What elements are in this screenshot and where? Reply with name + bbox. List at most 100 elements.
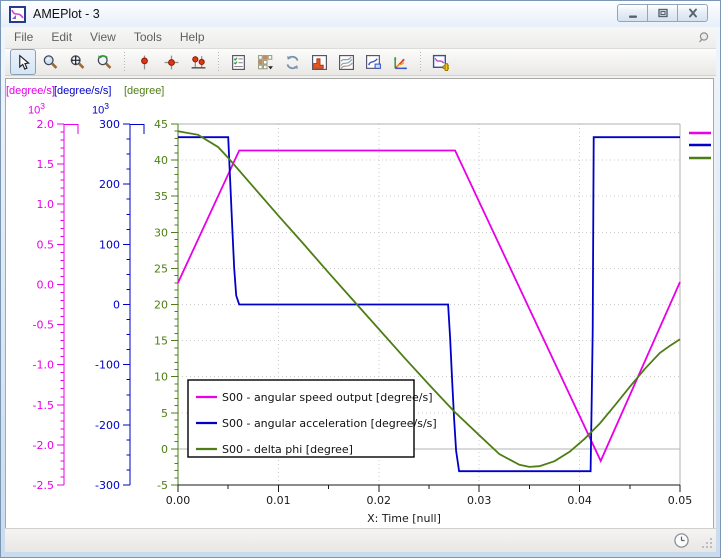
legend-entry-2: S00 - delta phi [degree]: [222, 443, 353, 456]
x-axis-title: X: Time [null]: [367, 512, 441, 525]
zoom-tool-icon: [43, 54, 57, 69]
x-tick-label: 0.05: [668, 494, 693, 507]
x-tick-label: 0.04: [567, 494, 592, 507]
plot-3d-button[interactable]: [387, 49, 413, 75]
y-tick-label: 1.0: [37, 198, 55, 211]
zoom-extents-tool-button[interactable]: [64, 49, 90, 75]
plot-canvas[interactable]: 2.01.51.00.50.0-0.5-1.0-1.5-2.0-2.530020…: [6, 79, 713, 530]
curves-manager-icon: [231, 54, 245, 70]
y-tick-label: 30: [154, 226, 168, 239]
toolbar-separator: [121, 52, 128, 72]
zoom-previous-tool-icon: [97, 54, 111, 69]
y-tick-label: -200: [95, 419, 120, 432]
close-button[interactable]: [677, 4, 708, 22]
cursor-cross-tool-icon: [164, 55, 178, 69]
select-tool-button[interactable]: [10, 49, 36, 75]
copy-plot-icon: [365, 54, 381, 69]
y-tick-label: 100: [99, 238, 120, 251]
ameplot-app-icon: [9, 5, 26, 23]
zoom-extents-tool-icon: [70, 54, 84, 69]
y-axis-1: 300 200 100 0 -100 -200 -300: [95, 118, 145, 492]
x-tick-label: 0.02: [367, 494, 392, 507]
y-tick-label: 25: [154, 262, 168, 275]
y-tick-label: 1.5: [37, 158, 55, 171]
menu-tools[interactable]: Tools: [125, 27, 171, 48]
menu-help[interactable]: Help: [171, 27, 214, 48]
y-tick-label: -5: [157, 479, 168, 492]
y-tick-label: 45: [154, 118, 168, 131]
maximize-icon: [657, 8, 668, 18]
legend-entry-0: S00 - angular speed output [degree/s]: [222, 391, 433, 404]
toolbar-separator: [417, 52, 424, 72]
x-tick-label: 0.00: [166, 494, 191, 507]
histogram-view-button[interactable]: [306, 49, 332, 75]
y-tick-label: 0: [113, 299, 120, 312]
x-tick-label: 0.01: [266, 494, 291, 507]
titlebar[interactable]: AMEPlot - 3: [1, 1, 720, 27]
y-tick-label: -300: [95, 479, 120, 492]
menu-view[interactable]: View: [81, 27, 125, 48]
window-frame: AMEPlot - 3 File Edit View Tools Help [d…: [0, 0, 721, 558]
y-tick-label: -1.5: [33, 399, 54, 412]
toolbar: [5, 49, 716, 76]
cursor-x-tool-icon: [140, 55, 148, 69]
cursor-pair-tool-icon: [191, 55, 205, 69]
refresh-plot-button[interactable]: [279, 49, 305, 75]
y-tick-label: 5: [161, 407, 168, 420]
contour-view-button[interactable]: [333, 49, 359, 75]
clock-icon: [674, 533, 689, 548]
x-tick-label: 0.03: [467, 494, 492, 507]
zoom-tool-button[interactable]: [37, 49, 63, 75]
y-tick-label: 200: [99, 178, 120, 191]
plot-panel: [degree/s] 103 [degree/s/s] 103 [degree] 2.0…: [5, 78, 714, 531]
legend-box[interactable]: S00 - angular speed output [degree/s] S00…: [187, 379, 437, 458]
layout-grid-button[interactable]: [252, 49, 278, 75]
minimize-icon: [628, 15, 637, 18]
zoom-previous-tool-button[interactable]: [91, 49, 117, 75]
histogram-view-icon: [311, 54, 327, 70]
y-axis-2: 45 40 35 30 25 20 15 10 5 0 -5: [154, 118, 179, 492]
minimize-button[interactable]: [617, 4, 648, 22]
y-axis-0: 2.0 1.5 1.0 0.5 0.0 -0.5 -1.0 -1.5 -2.0 -2.5: [33, 118, 79, 492]
window-title: AMEPlot - 3: [33, 7, 100, 21]
x-axis: 0.00 0.01 0.02 0.03 0.04 0.05 X: Time [null]: [166, 484, 693, 525]
layout-grid-icon: [257, 54, 273, 69]
y-tick-label: 20: [154, 299, 168, 312]
maximize-button[interactable]: [647, 4, 678, 22]
plot-3d-icon: [393, 56, 407, 70]
y-tick-label: 40: [154, 154, 168, 167]
y-tick-label: -2.0: [33, 439, 54, 452]
cursor-pair-tool-button[interactable]: [185, 49, 211, 75]
ameplot-window: AMEPlot - 3 File Edit View Tools Help [d…: [0, 0, 721, 558]
resize-grip[interactable]: [701, 537, 713, 549]
new-plot-icon: [432, 54, 449, 71]
y-tick-label: 0.5: [37, 238, 55, 251]
y-tick-label: 0.0: [37, 278, 55, 291]
close-icon: [688, 8, 697, 18]
y-tick-label: 0: [161, 443, 168, 456]
menu-file[interactable]: File: [5, 27, 42, 48]
client-area: File Edit View Tools Help [degree/s] 103 [degr…: [5, 27, 716, 552]
curves-manager-button[interactable]: [225, 49, 251, 75]
copy-plot-button[interactable]: [360, 49, 386, 75]
new-plot-button[interactable]: [427, 49, 453, 75]
y-tick-label: 300: [99, 118, 120, 131]
y-tick-label: -0.5: [33, 319, 54, 332]
curve-swatches: [689, 131, 711, 160]
pin-icon[interactable]: [697, 31, 710, 44]
contour-view-icon: [338, 54, 354, 70]
cursor-cross-tool-button[interactable]: [158, 49, 184, 75]
y-tick-label: 15: [154, 335, 168, 348]
y-tick-label: 10: [154, 371, 168, 384]
menu-bar: File Edit View Tools Help: [5, 27, 716, 49]
menu-edit[interactable]: Edit: [42, 27, 81, 48]
y-tick-label: -1.0: [33, 359, 54, 372]
cursor-x-tool-button[interactable]: [131, 49, 157, 75]
y-tick-label: 35: [154, 190, 168, 203]
y-tick-label: -2.5: [33, 479, 54, 492]
refresh-plot-icon: [286, 55, 298, 69]
legend-entry-1: S00 - angular acceleration [degree/s/s]: [222, 417, 437, 430]
y-tick-label: -100: [95, 359, 120, 372]
window-controls: [617, 4, 708, 22]
select-tool-icon: [18, 53, 30, 70]
